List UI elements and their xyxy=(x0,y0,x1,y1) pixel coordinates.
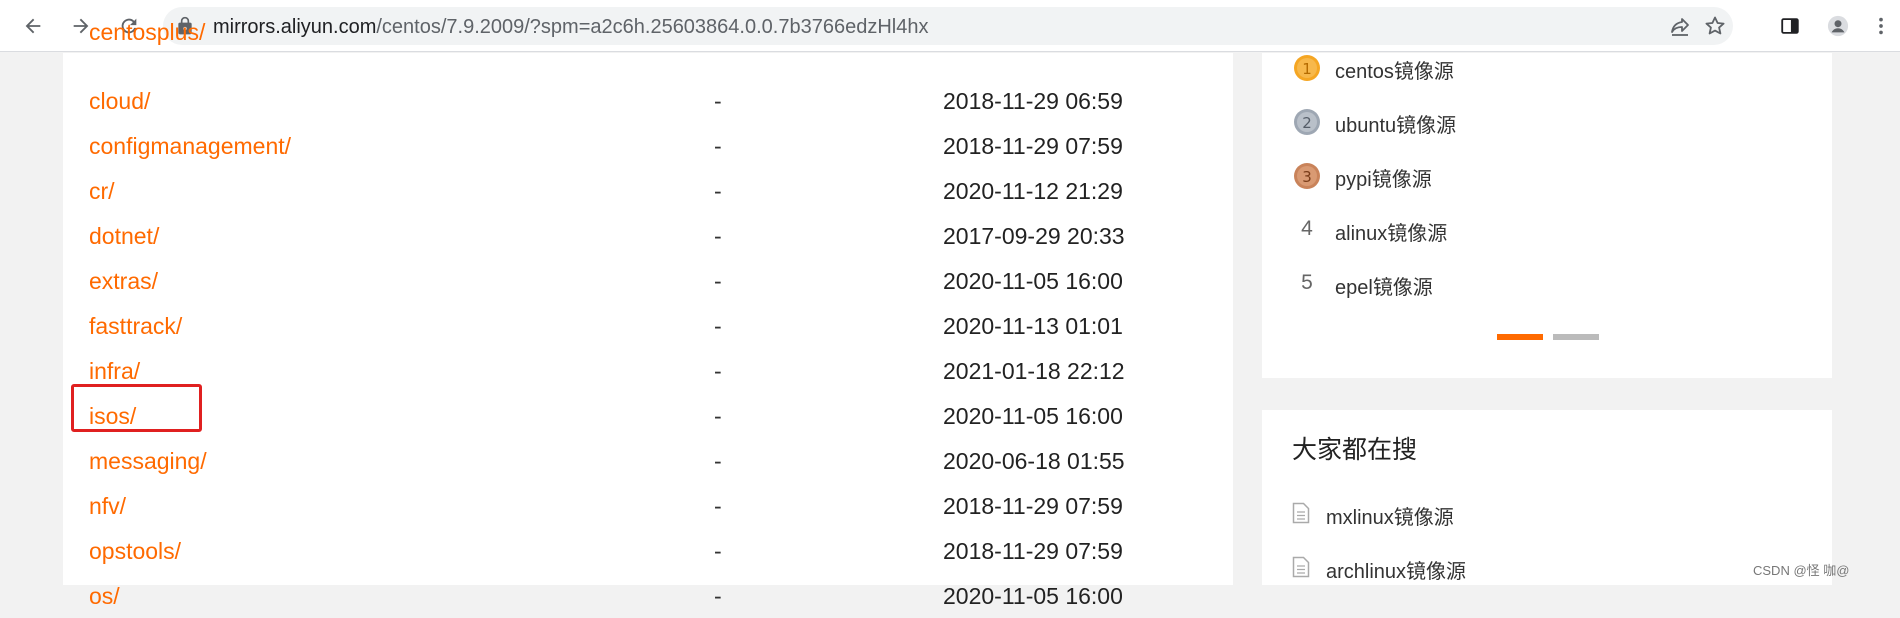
file-size: - xyxy=(714,538,722,564)
gold-medal-icon: 1 xyxy=(1294,55,1320,81)
file-size: - xyxy=(714,358,722,384)
back-button[interactable] xyxy=(17,10,49,42)
silver-medal-icon: 2 xyxy=(1294,109,1320,135)
ranking-label[interactable]: pypi镜像源 xyxy=(1335,163,1432,192)
svg-text:3: 3 xyxy=(1302,168,1312,186)
document-icon xyxy=(1292,556,1310,578)
file-link[interactable]: configmanagement/ xyxy=(89,133,291,160)
profile-button[interactable] xyxy=(1822,10,1854,42)
file-link[interactable]: cr/ xyxy=(89,178,115,205)
ranking-number: 5 xyxy=(1301,271,1313,294)
file-date: 2020-11-12 21:29 xyxy=(943,178,1123,204)
document-icon xyxy=(1292,502,1310,524)
address-bar[interactable]: mirrors.aliyun.com/centos/7.9.2009/?spm=… xyxy=(163,7,1733,45)
url-path: /centos/7.9.2009/?spm=a2c6h.25603864.0.0… xyxy=(376,16,929,38)
file-date: 2018-11-29 06:59 xyxy=(943,88,1123,114)
carousel-dot[interactable] xyxy=(1553,334,1599,340)
ranking-label[interactable]: epel镜像源 xyxy=(1335,271,1433,300)
more-vert-icon xyxy=(1879,17,1883,35)
watermark: CSDN @怪 咖@ xyxy=(1753,563,1850,578)
file-date: 2020-06-18 01:55 xyxy=(943,448,1125,474)
bronze-medal-icon: 3 xyxy=(1294,163,1320,189)
table-row: configmanagement/ - 2018-11-29 07:59 xyxy=(63,123,1233,168)
table-row: isos/ - 2020-11-05 16:00 xyxy=(63,393,1233,438)
ranking-label[interactable]: ubuntu镜像源 xyxy=(1335,109,1456,138)
url-text[interactable]: mirrors.aliyun.com/centos/7.9.2009/?spm=… xyxy=(213,16,928,38)
table-row: infra/ - 2021-01-18 22:12 xyxy=(63,348,1233,393)
file-link[interactable]: os/ xyxy=(89,583,120,610)
table-row: dotnet/ - 2017-09-29 20:33 xyxy=(63,213,1233,258)
table-row: cloud/ - 2018-11-29 06:59 xyxy=(63,78,1233,123)
file-size: - xyxy=(714,133,722,159)
side-panel-icon xyxy=(1781,18,1799,34)
ranking-label[interactable]: alinux镜像源 xyxy=(1335,217,1447,246)
file-link[interactable]: nfv/ xyxy=(89,493,126,520)
file-date: 2018-11-29 07:59 xyxy=(943,493,1123,519)
avatar-icon xyxy=(1827,15,1849,37)
share-icon[interactable] xyxy=(1668,15,1692,39)
ranking-label[interactable]: centos镜像源 xyxy=(1335,55,1454,84)
file-link[interactable]: extras/ xyxy=(89,268,158,295)
svg-text:1: 1 xyxy=(1302,60,1312,78)
table-row: cr/ - 2020-11-12 21:29 xyxy=(63,168,1233,213)
file-size: - xyxy=(714,493,722,519)
file-listing: centosplus/ cloud/ - 2018-11-29 06:59 co… xyxy=(63,19,1233,609)
ranking-number: 4 xyxy=(1301,217,1313,240)
bookmark-star-icon[interactable] xyxy=(1703,14,1727,38)
side-panel-button[interactable] xyxy=(1774,10,1806,42)
card-title: 大家都在搜 xyxy=(1292,436,1418,464)
table-row: fasttrack/ - 2020-11-13 01:01 xyxy=(63,303,1233,348)
url-host: mirrors.aliyun.com xyxy=(213,16,377,38)
svg-text:2: 2 xyxy=(1302,114,1312,132)
file-date: 2021-01-18 22:12 xyxy=(943,358,1125,384)
table-row: os/ - 2020-11-05 16:00 xyxy=(63,573,1233,618)
file-date: 2020-11-05 16:00 xyxy=(943,268,1123,294)
file-link[interactable]: fasttrack/ xyxy=(89,313,182,340)
browser-toolbar: mirrors.aliyun.com/centos/7.9.2009/?spm=… xyxy=(0,0,1900,52)
highlight-annotation-box xyxy=(71,384,202,432)
file-link[interactable]: centosplus/ xyxy=(89,19,205,46)
file-size: - xyxy=(714,313,722,339)
file-size: - xyxy=(714,583,722,609)
carousel-dot-active[interactable] xyxy=(1497,334,1543,340)
file-date: 2018-11-29 07:59 xyxy=(943,538,1123,564)
file-date: 2017-09-29 20:33 xyxy=(943,223,1125,249)
search-label[interactable]: mxlinux镜像源 xyxy=(1326,501,1454,530)
file-date: 2020-11-05 16:00 xyxy=(943,403,1123,429)
table-row: opstools/ - 2018-11-29 07:59 xyxy=(63,528,1233,573)
file-date: 2018-11-29 07:59 xyxy=(943,133,1123,159)
search-label[interactable]: archlinux镜像源 xyxy=(1326,555,1466,584)
file-link[interactable]: cloud/ xyxy=(89,88,150,115)
file-size: - xyxy=(714,223,722,249)
file-link[interactable]: opstools/ xyxy=(89,538,181,565)
file-size: - xyxy=(714,268,722,294)
file-date: 2020-11-13 01:01 xyxy=(943,313,1123,339)
table-row: messaging/ - 2020-06-18 01:55 xyxy=(63,438,1233,483)
table-row: extras/ - 2020-11-05 16:00 xyxy=(63,258,1233,303)
file-size: - xyxy=(714,178,722,204)
file-link[interactable]: dotnet/ xyxy=(89,223,159,250)
arrow-left-icon xyxy=(25,18,41,34)
file-size: - xyxy=(714,448,722,474)
file-link[interactable]: messaging/ xyxy=(89,448,207,475)
popular-search-card: 大家都在搜 mxlinux镜像源 archlinux镜像源 xyxy=(1262,410,1832,585)
file-link[interactable]: infra/ xyxy=(89,358,140,385)
file-size: - xyxy=(714,403,722,429)
ranking-card: 1 centos镜像源 2 ubuntu镜像源 3 pypi镜像源 4 alin… xyxy=(1262,53,1832,378)
file-size: - xyxy=(714,88,722,114)
file-date: 2020-11-05 16:00 xyxy=(943,583,1123,609)
table-row: nfv/ - 2018-11-29 07:59 xyxy=(63,483,1233,528)
menu-button[interactable] xyxy=(1866,10,1896,42)
